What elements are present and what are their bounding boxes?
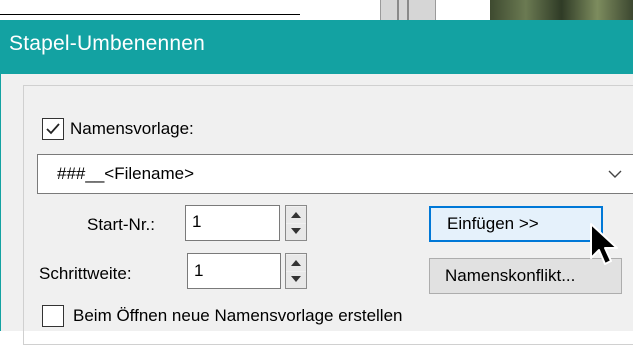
new-template-on-open-checkbox[interactable] <box>42 305 64 327</box>
dialog-title: Stapel-Umbenennen <box>9 32 206 55</box>
name-template-checkbox[interactable] <box>42 118 64 140</box>
start-number-label: Start-Nr.: <box>87 215 156 234</box>
new-template-on-open-label: Beim Öffnen neue Namensvorlage erstellen <box>73 306 403 325</box>
dialog-frame <box>0 20 1 331</box>
background-photo <box>490 0 633 20</box>
spin-down-icon <box>291 276 301 282</box>
start-number-spinner[interactable] <box>285 205 307 241</box>
spin-up-button[interactable] <box>286 207 306 223</box>
name-template-label: Namensvorlage: <box>70 119 194 138</box>
spin-down-button[interactable] <box>286 272 306 288</box>
spin-up-button[interactable] <box>286 255 306 271</box>
step-width-spinner[interactable] <box>285 253 307 289</box>
spin-up-icon <box>291 212 301 218</box>
name-template-combobox-value: ###__<Filename> <box>57 164 195 183</box>
start-number-value: 1 <box>192 212 202 231</box>
spin-down-button[interactable] <box>286 224 306 240</box>
insert-button-label: Einfügen >> <box>447 214 539 233</box>
mouse-cursor-icon <box>590 223 618 265</box>
background-scrollbar <box>380 0 436 20</box>
step-width-label: Schrittweite: <box>39 264 132 283</box>
spin-down-icon <box>291 228 301 234</box>
background-divider <box>0 14 300 15</box>
spin-up-icon <box>291 260 301 266</box>
chevron-down-icon[interactable] <box>608 168 622 180</box>
checkmark-icon <box>46 123 60 135</box>
name-conflict-button-label: Namenskonflikt... <box>445 266 576 285</box>
step-width-value: 1 <box>194 261 204 280</box>
